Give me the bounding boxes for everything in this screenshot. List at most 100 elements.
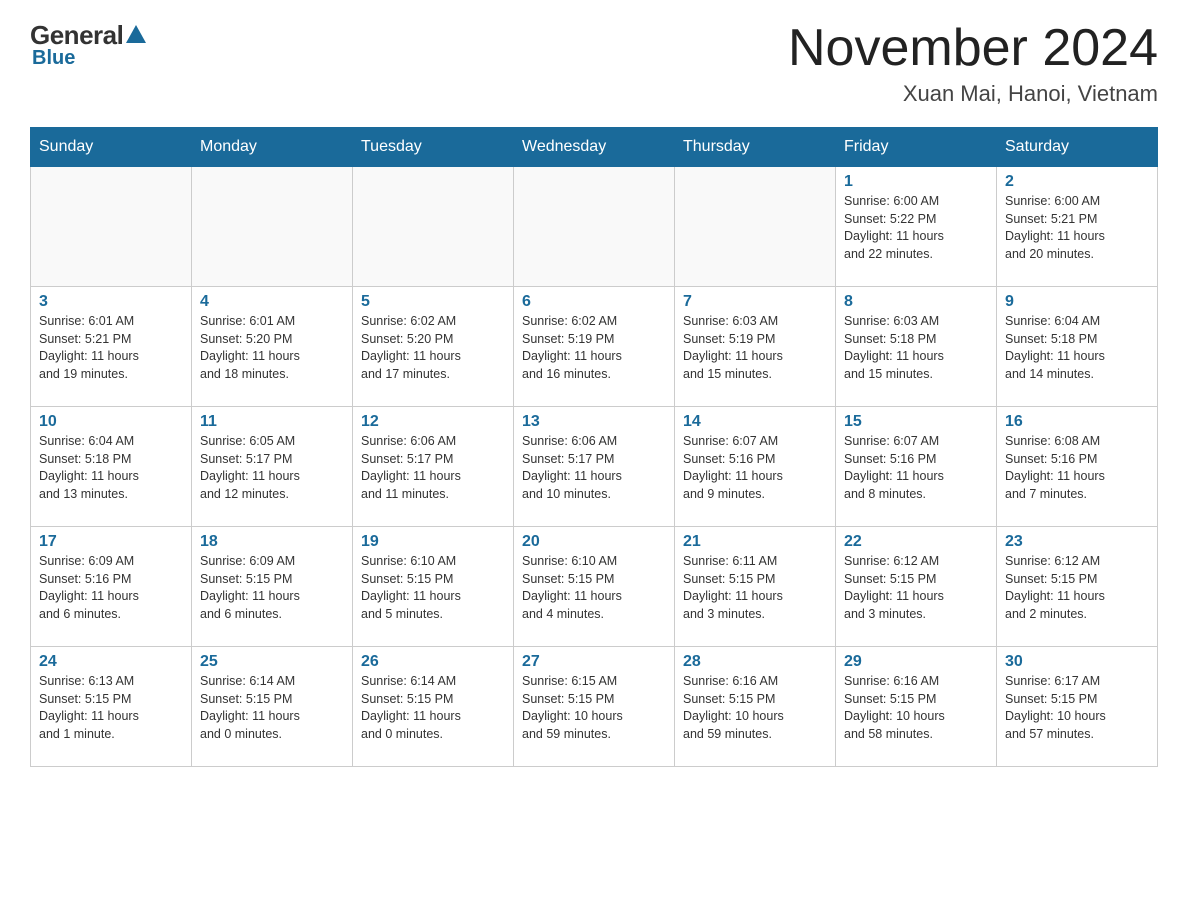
- column-header-sunday: Sunday: [31, 128, 192, 167]
- day-number: 1: [844, 173, 988, 191]
- calendar-cell: 29 Sunrise: 6:16 AMSunset: 5:15 PMDayligh…: [836, 647, 997, 767]
- day-number: 17: [39, 533, 183, 551]
- day-info: Sunrise: 6:01 AMSunset: 5:20 PMDaylight:…: [200, 313, 344, 383]
- day-number: 11: [200, 413, 344, 431]
- week-row-3: 10 Sunrise: 6:04 AMSunset: 5:18 PMDayligh…: [31, 407, 1158, 527]
- calendar-cell: 25Sunrise: 6:14 AMSunset: 5:15 PMDayligh…: [192, 647, 353, 767]
- day-number: 27: [522, 653, 666, 671]
- day-number: 3: [39, 293, 183, 311]
- day-info: Sunrise: 6:02 AMSunset: 5:20 PMDaylight:…: [361, 313, 505, 383]
- day-info: Sunrise: 6:07 AMSunset: 5:16 PMDaylight:…: [844, 433, 988, 503]
- day-info: Sunrise: 6:12 AMSunset: 5:15 PMDaylight:…: [1005, 553, 1149, 623]
- day-number: 15: [844, 413, 988, 431]
- day-info: Sunrise: 6:09 AMSunset: 5:15 PMDaylight:…: [200, 553, 344, 623]
- day-info: Sunrise: 6:16 AMSunset: 5:15 PMDaylight:…: [683, 673, 827, 743]
- day-number: 18: [200, 533, 344, 551]
- day-info: Sunrise: 6:03 AMSunset: 5:18 PMDaylight:…: [844, 313, 988, 383]
- day-info: Sunrise: 6:10 AMSunset: 5:15 PMDaylight:…: [361, 553, 505, 623]
- week-row-2: 3 Sunrise: 6:01 AMSunset: 5:21 PMDaylight…: [31, 287, 1158, 407]
- day-number: 9: [1005, 293, 1149, 311]
- week-row-1: 1 Sunrise: 6:00 AMSunset: 5:22 PMDaylight…: [31, 167, 1158, 287]
- calendar-cell: 28 Sunrise: 6:16 AMSunset: 5:15 PMDayligh…: [675, 647, 836, 767]
- calendar-cell: 18 Sunrise: 6:09 AMSunset: 5:15 PMDayligh…: [192, 527, 353, 647]
- calendar-cell: 23Sunrise: 6:12 AMSunset: 5:15 PMDayligh…: [997, 527, 1158, 647]
- month-title: November 2024: [788, 20, 1158, 77]
- calendar-cell: 10 Sunrise: 6:04 AMSunset: 5:18 PMDayligh…: [31, 407, 192, 527]
- calendar-cell: 8 Sunrise: 6:03 AMSunset: 5:18 PMDaylight…: [836, 287, 997, 407]
- day-number: 19: [361, 533, 505, 551]
- calendar-cell: 15 Sunrise: 6:07 AMSunset: 5:16 PMDayligh…: [836, 407, 997, 527]
- day-info: Sunrise: 6:00 AMSunset: 5:21 PMDaylight:…: [1005, 193, 1149, 263]
- calendar-cell: 12 Sunrise: 6:06 AMSunset: 5:17 PMDayligh…: [353, 407, 514, 527]
- calendar-cell: 3 Sunrise: 6:01 AMSunset: 5:21 PMDaylight…: [31, 287, 192, 407]
- day-info: Sunrise: 6:16 AMSunset: 5:15 PMDaylight:…: [844, 673, 988, 743]
- day-info: Sunrise: 6:05 AMSunset: 5:17 PMDaylight:…: [200, 433, 344, 503]
- day-info: Sunrise: 6:14 AMSunset: 5:15 PMDaylight:…: [361, 673, 505, 743]
- calendar-cell: 21 Sunrise: 6:11 AMSunset: 5:15 PMDayligh…: [675, 527, 836, 647]
- calendar-cell: 26 Sunrise: 6:14 AMSunset: 5:15 PMDayligh…: [353, 647, 514, 767]
- day-info: Sunrise: 6:03 AMSunset: 5:19 PMDaylight:…: [683, 313, 827, 383]
- calendar-cell: 13 Sunrise: 6:06 AMSunset: 5:17 PMDayligh…: [514, 407, 675, 527]
- day-number: 13: [522, 413, 666, 431]
- week-row-4: 17 Sunrise: 6:09 AMSunset: 5:16 PMDayligh…: [31, 527, 1158, 647]
- column-header-tuesday: Tuesday: [353, 128, 514, 167]
- day-number: 21: [683, 533, 827, 551]
- day-number: 28: [683, 653, 827, 671]
- day-info: Sunrise: 6:04 AMSunset: 5:18 PMDaylight:…: [1005, 313, 1149, 383]
- day-number: 8: [844, 293, 988, 311]
- calendar-header-row: SundayMondayTuesdayWednesdayThursdayFrid…: [31, 128, 1158, 167]
- column-header-friday: Friday: [836, 128, 997, 167]
- day-number: 26: [361, 653, 505, 671]
- day-number: 25: [200, 653, 344, 671]
- day-info: Sunrise: 6:11 AMSunset: 5:15 PMDaylight:…: [683, 553, 827, 623]
- calendar-table: SundayMondayTuesdayWednesdayThursdayFrid…: [30, 127, 1158, 767]
- day-number: 6: [522, 293, 666, 311]
- day-number: 16: [1005, 413, 1149, 431]
- calendar-cell: [353, 167, 514, 287]
- day-number: 30: [1005, 653, 1149, 671]
- day-number: 22: [844, 533, 988, 551]
- calendar-cell: 5Sunrise: 6:02 AMSunset: 5:20 PMDaylight…: [353, 287, 514, 407]
- day-info: Sunrise: 6:13 AMSunset: 5:15 PMDaylight:…: [39, 673, 183, 743]
- day-number: 7: [683, 293, 827, 311]
- day-info: Sunrise: 6:01 AMSunset: 5:21 PMDaylight:…: [39, 313, 183, 383]
- calendar-cell: 20 Sunrise: 6:10 AMSunset: 5:15 PMDayligh…: [514, 527, 675, 647]
- logo: General Blue: [30, 20, 146, 70]
- day-number: 10: [39, 413, 183, 431]
- calendar-cell: 24Sunrise: 6:13 AMSunset: 5:15 PMDayligh…: [31, 647, 192, 767]
- day-info: Sunrise: 6:07 AMSunset: 5:16 PMDaylight:…: [683, 433, 827, 503]
- calendar-cell: [675, 167, 836, 287]
- calendar-cell: 9 Sunrise: 6:04 AMSunset: 5:18 PMDaylight…: [997, 287, 1158, 407]
- calendar-cell: 7 Sunrise: 6:03 AMSunset: 5:19 PMDaylight…: [675, 287, 836, 407]
- calendar-cell: 27 Sunrise: 6:15 AMSunset: 5:15 PMDayligh…: [514, 647, 675, 767]
- day-number: 29: [844, 653, 988, 671]
- calendar-cell: 17 Sunrise: 6:09 AMSunset: 5:16 PMDayligh…: [31, 527, 192, 647]
- calendar-cell: 2 Sunrise: 6:00 AMSunset: 5:21 PMDaylight…: [997, 167, 1158, 287]
- calendar-cell: 11 Sunrise: 6:05 AMSunset: 5:17 PMDayligh…: [192, 407, 353, 527]
- day-info: Sunrise: 6:09 AMSunset: 5:16 PMDaylight:…: [39, 553, 183, 623]
- day-number: 14: [683, 413, 827, 431]
- calendar-cell: [192, 167, 353, 287]
- day-info: Sunrise: 6:02 AMSunset: 5:19 PMDaylight:…: [522, 313, 666, 383]
- calendar-cell: 30Sunrise: 6:17 AMSunset: 5:15 PMDayligh…: [997, 647, 1158, 767]
- column-header-saturday: Saturday: [997, 128, 1158, 167]
- day-number: 12: [361, 413, 505, 431]
- calendar-cell: 19 Sunrise: 6:10 AMSunset: 5:15 PMDayligh…: [353, 527, 514, 647]
- day-info: Sunrise: 6:15 AMSunset: 5:15 PMDaylight:…: [522, 673, 666, 743]
- day-info: Sunrise: 6:10 AMSunset: 5:15 PMDaylight:…: [522, 553, 666, 623]
- column-header-thursday: Thursday: [675, 128, 836, 167]
- day-number: 20: [522, 533, 666, 551]
- day-info: Sunrise: 6:06 AMSunset: 5:17 PMDaylight:…: [361, 433, 505, 503]
- title-section: November 2024 Xuan Mai, Hanoi, Vietnam: [788, 20, 1158, 107]
- column-header-wednesday: Wednesday: [514, 128, 675, 167]
- calendar-cell: 14 Sunrise: 6:07 AMSunset: 5:16 PMDayligh…: [675, 407, 836, 527]
- calendar-cell: 6 Sunrise: 6:02 AMSunset: 5:19 PMDaylight…: [514, 287, 675, 407]
- day-info: Sunrise: 6:12 AMSunset: 5:15 PMDaylight:…: [844, 553, 988, 623]
- day-number: 2: [1005, 173, 1149, 191]
- calendar-cell: 4Sunrise: 6:01 AMSunset: 5:20 PMDaylight…: [192, 287, 353, 407]
- day-info: Sunrise: 6:04 AMSunset: 5:18 PMDaylight:…: [39, 433, 183, 503]
- calendar-cell: [31, 167, 192, 287]
- calendar-cell: 1 Sunrise: 6:00 AMSunset: 5:22 PMDaylight…: [836, 167, 997, 287]
- day-info: Sunrise: 6:06 AMSunset: 5:17 PMDaylight:…: [522, 433, 666, 503]
- day-info: Sunrise: 6:00 AMSunset: 5:22 PMDaylight:…: [844, 193, 988, 263]
